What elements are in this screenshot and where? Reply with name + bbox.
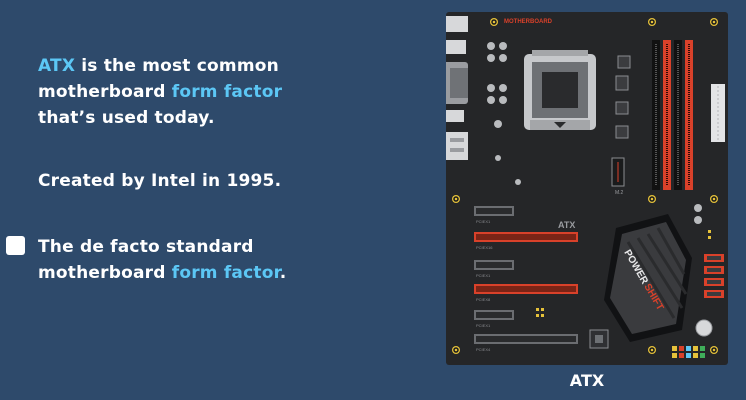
cmos-battery xyxy=(695,319,713,337)
brand-logo: MOTHERBOARD xyxy=(504,19,553,25)
intro-paragraph: ATX is the most common motherboard form … xyxy=(38,53,338,131)
intro-text-2: that’s used today. xyxy=(38,108,215,128)
slot-label-3: PCIEX1 xyxy=(476,273,491,278)
m2-label: M.2 xyxy=(615,190,624,196)
standard-paragraph: The de facto standard motherboard form f… xyxy=(38,234,338,286)
board-caption: ATX xyxy=(569,371,605,390)
slot-label-6: PCIEX4 xyxy=(476,347,491,352)
standard-checkbox[interactable] xyxy=(6,236,25,255)
atx-term: ATX xyxy=(38,56,76,76)
atx-power-connector xyxy=(711,84,725,142)
cpu-socket xyxy=(524,50,596,130)
slot-label-5: PCIEX1 xyxy=(476,323,491,328)
slot-label-1: PCIEX1 xyxy=(476,219,491,224)
slot-label-4: PCIEX8 xyxy=(476,297,491,302)
form-factor-term-2: form factor xyxy=(171,263,280,283)
slot-label-2: PCIEX16 xyxy=(476,245,493,250)
created-paragraph: Created by Intel in 1995. xyxy=(38,171,282,191)
standard-text-2: . xyxy=(279,263,287,283)
model-label: ATX xyxy=(558,220,575,230)
motherboard-illustration: MOTHERBOARD M.2 ATX PCIEX1 PCIEX16 PCIEX… xyxy=(442,12,728,365)
chipset xyxy=(589,329,609,349)
form-factor-term: form factor xyxy=(171,82,283,102)
